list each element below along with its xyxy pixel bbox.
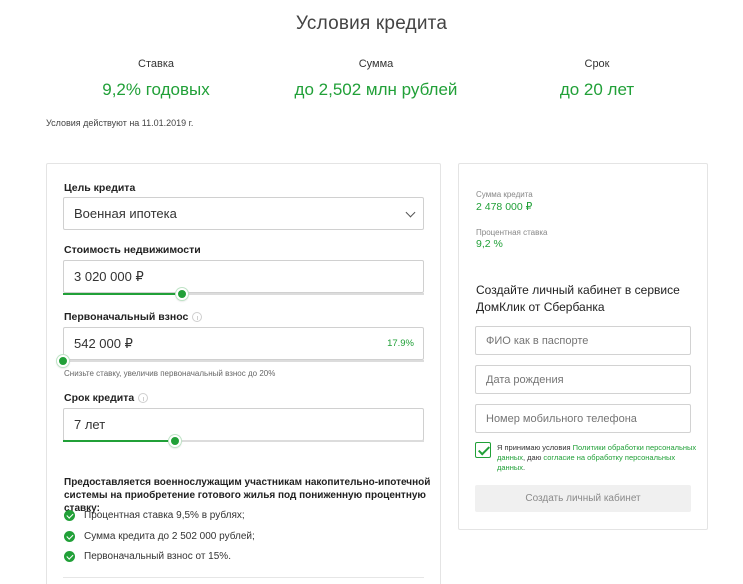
- consent-prefix: Я принимаю условия: [497, 443, 573, 452]
- page-title: Условия кредита: [295, 13, 448, 34]
- purpose-select[interactable]: Военная ипотека: [63, 197, 424, 230]
- check-circle-icon: [64, 551, 75, 562]
- down-payment-percent: 17.9%: [387, 338, 414, 349]
- down-payment-value: 542 000 ₽: [74, 336, 133, 351]
- consent-suffix: .: [522, 463, 526, 472]
- registration-card: Сумма кредита 2 478 000 ₽ Процентная ста…: [458, 163, 708, 530]
- purpose-label: Цель кредита: [64, 182, 135, 194]
- term-slider-fill: [63, 440, 175, 442]
- term-input[interactable]: 7 лет: [63, 408, 424, 441]
- calculator-card: Цель кредита Военная ипотека Стоимость н…: [46, 163, 441, 584]
- consent-middle: , даю: [522, 453, 544, 462]
- property-cost-slider-fill: [63, 293, 183, 295]
- benefit-item: Сумма кредита до 2 502 000 рублей;: [64, 531, 255, 542]
- rate-label: Процентная ставка: [476, 228, 548, 237]
- fio-input[interactable]: [475, 326, 691, 355]
- stat-term-label: Срок: [584, 58, 610, 70]
- term-label: Срок кредита: [64, 392, 149, 404]
- property-cost-slider-thumb[interactable]: [176, 288, 189, 300]
- loan-amount-label: Сумма кредита: [476, 190, 533, 199]
- property-cost-label: Стоимость недвижимости: [64, 244, 201, 256]
- stat-term-value: до 20 лет: [559, 80, 635, 99]
- stat-amount: Сумма до 2,502 млн рублей: [266, 58, 486, 100]
- check-circle-icon: [64, 510, 75, 521]
- down-payment-slider[interactable]: [57, 355, 424, 367]
- benefit-item-text: Сумма кредита до 2 502 000 рублей;: [84, 531, 255, 542]
- create-account-button[interactable]: Создать личный кабинет: [475, 485, 691, 512]
- chevron-down-icon: [405, 207, 416, 218]
- consent-text: Я принимаю условия Политики обработки пе…: [497, 443, 697, 473]
- phone-input[interactable]: [475, 404, 691, 433]
- down-payment-label-text: Первоначальный взнос: [64, 311, 189, 323]
- property-cost-value: 3 020 000 ₽: [74, 269, 144, 284]
- conditions-date: Условия действуют на 11.01.2019 г.: [46, 118, 194, 128]
- consent-checkbox[interactable]: [475, 442, 491, 458]
- divider: [63, 577, 424, 578]
- stat-rate-value: 9,2% годовых: [102, 80, 210, 99]
- birthdate-input[interactable]: [475, 365, 691, 394]
- stat-term: Срок до 20 лет: [487, 58, 707, 100]
- info-icon[interactable]: [138, 393, 149, 403]
- check-circle-icon: [64, 531, 75, 542]
- property-cost-label-text: Стоимость недвижимости: [64, 244, 201, 256]
- benefit-item-text: Первоначальный взнос от 15%.: [84, 551, 231, 562]
- stat-rate: Ставка 9,2% годовых: [46, 58, 266, 100]
- term-slider-thumb[interactable]: [168, 435, 181, 447]
- benefit-item: Первоначальный взнос от 15%.: [64, 551, 231, 562]
- down-payment-hint: Снизьте ставку, увеличив первоначальный …: [64, 369, 276, 378]
- loan-amount-value: 2 478 000 ₽: [476, 201, 533, 213]
- benefit-item: Процентная ставка 9,5% в рублях;: [64, 510, 245, 521]
- down-payment-label: Первоначальный взнос: [64, 311, 203, 323]
- stat-rate-label: Ставка: [138, 58, 174, 70]
- benefit-item-text: Процентная ставка 9,5% в рублях;: [84, 510, 245, 521]
- stat-amount-label: Сумма: [358, 58, 394, 70]
- info-icon[interactable]: [192, 312, 203, 322]
- purpose-select-value: Военная ипотека: [74, 206, 177, 221]
- term-label-text: Срок кредита: [64, 392, 135, 404]
- purpose-label-text: Цель кредита: [64, 182, 136, 194]
- register-heading: Создайте личный кабинет в сервисе ДомКли…: [476, 283, 680, 314]
- term-value: 7 лет: [74, 417, 106, 432]
- property-cost-slider[interactable]: [63, 288, 424, 300]
- rate-value: 9,2 %: [476, 238, 503, 250]
- stat-amount-value: до 2,502 млн рублей: [294, 80, 458, 99]
- term-slider[interactable]: [63, 435, 424, 447]
- down-payment-input[interactable]: 542 000 ₽ 17.9%: [63, 327, 424, 360]
- property-cost-input[interactable]: 3 020 000 ₽: [63, 260, 424, 293]
- down-payment-slider-thumb[interactable]: [57, 355, 69, 367]
